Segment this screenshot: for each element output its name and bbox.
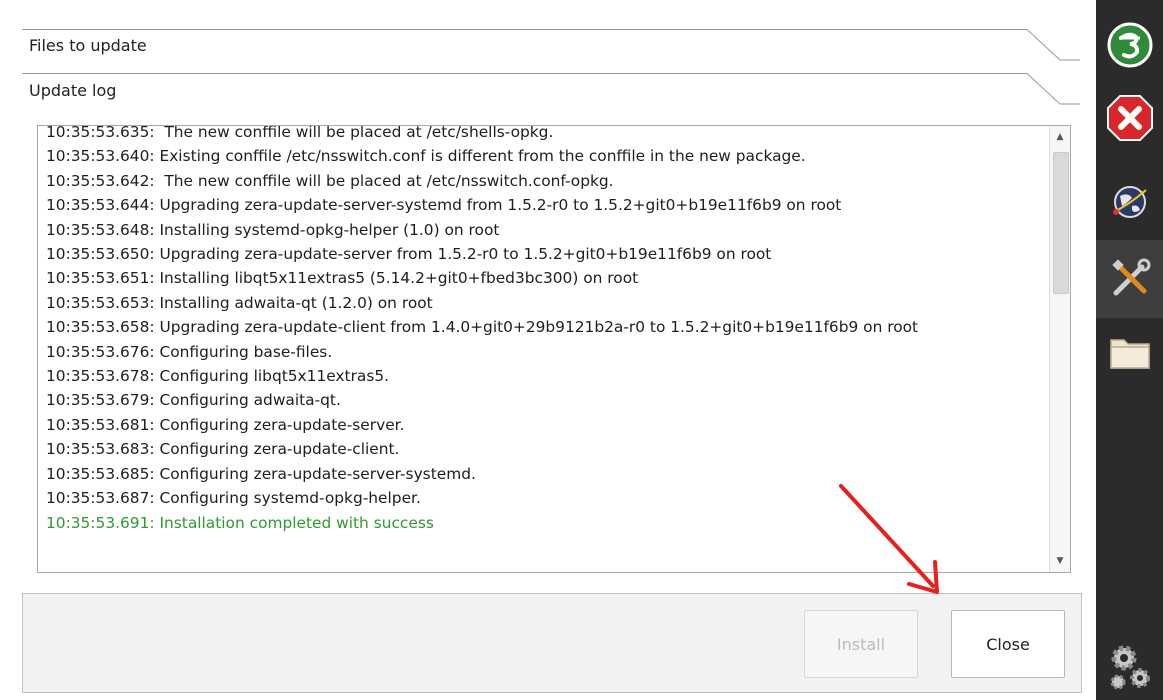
log-line: 10:35:53.676: Configuring base-files. [46, 342, 333, 361]
app-logo-button[interactable] [1096, 15, 1163, 75]
scroll-down-arrow-icon[interactable]: ▼ [1050, 552, 1070, 570]
log-line: 10:35:53.648: Installing systemd-opkg-he… [46, 220, 500, 239]
log-line: 10:35:53.651: Installing libqt5x11extras… [46, 269, 639, 288]
tools-icon [1111, 258, 1150, 296]
log-line: 10:35:53.650: Upgrading zera-update-serv… [46, 245, 772, 264]
log-line: 10:35:53.681: Configuring zera-update-se… [46, 415, 405, 434]
globe-network-icon [1112, 186, 1147, 218]
section-header-outline [22, 29, 1080, 61]
files-to-update-title: Files to update [29, 36, 147, 55]
tools-button[interactable] [1096, 240, 1163, 318]
button-panel: Install Close [22, 593, 1082, 693]
app-logo-icon [1107, 22, 1152, 68]
log-line: 10:35:53.653: Installing adwaita-qt (1.2… [46, 293, 433, 312]
close-app-button[interactable] [1096, 88, 1163, 148]
right-sidebar [1096, 0, 1163, 700]
scroll-up-arrow-icon[interactable]: ▲ [1050, 128, 1070, 146]
log-line: 10:35:53.683: Configuring zera-update-cl… [46, 440, 400, 459]
log-line: 10:35:53.678: Configuring libqt5x11extra… [46, 367, 390, 386]
scroll-thumb[interactable] [1053, 152, 1069, 294]
settings-button[interactable] [1096, 636, 1163, 696]
log-lines: 10:35:53.635: The new conffile will be p… [46, 125, 1046, 535]
log-line: 10:35:53.635: The new conffile will be p… [46, 125, 554, 141]
folder-icon [1109, 339, 1150, 369]
files-to-update-header[interactable]: Files to update [22, 29, 1080, 73]
log-line: 10:35:53.658: Upgrading zera-update-clie… [46, 318, 919, 337]
network-button[interactable] [1096, 172, 1163, 232]
red-annotation-arrow-icon [839, 484, 939, 594]
log-line: 10:35:53.679: Configuring adwaita-qt. [46, 391, 341, 410]
close-button[interactable]: Close [951, 610, 1065, 678]
update-log-header[interactable]: Update log [22, 73, 1080, 117]
log-line: 10:35:53.644: Upgrading zera-update-serv… [46, 196, 842, 215]
section-header-outline [22, 73, 1080, 105]
install-button[interactable]: Install [804, 610, 918, 678]
close-app-icon [1106, 95, 1153, 141]
folder-button[interactable] [1096, 322, 1163, 382]
log-line: 10:35:53.642: The new conffile will be p… [46, 171, 614, 190]
update-log-title: Update log [29, 81, 117, 100]
log-line: 10:35:53.640: Existing conffile /etc/nss… [46, 147, 806, 166]
log-scrollbar[interactable]: ▲ ▼ [1049, 126, 1070, 572]
settings-gears-icon [1110, 645, 1150, 690]
